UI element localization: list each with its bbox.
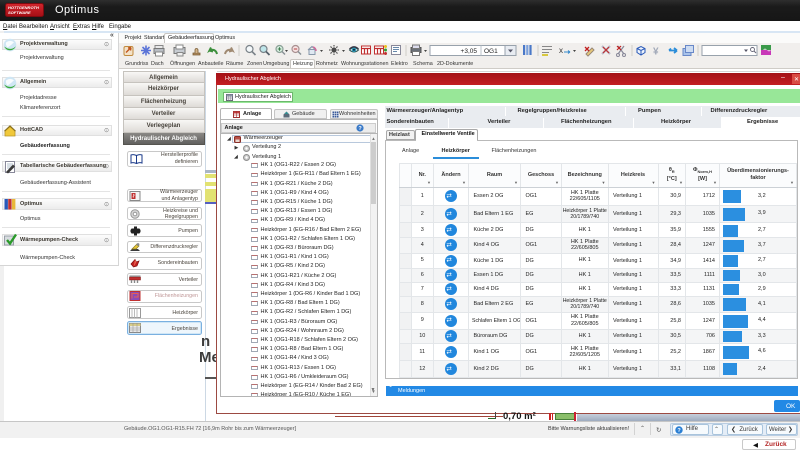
svg-text:¥: ¥ [653, 47, 659, 58]
svg-text:x: x [559, 46, 563, 55]
svg-text:+3,05: +3,05 [461, 48, 478, 55]
svg-text:OG1: OG1 [484, 48, 498, 55]
